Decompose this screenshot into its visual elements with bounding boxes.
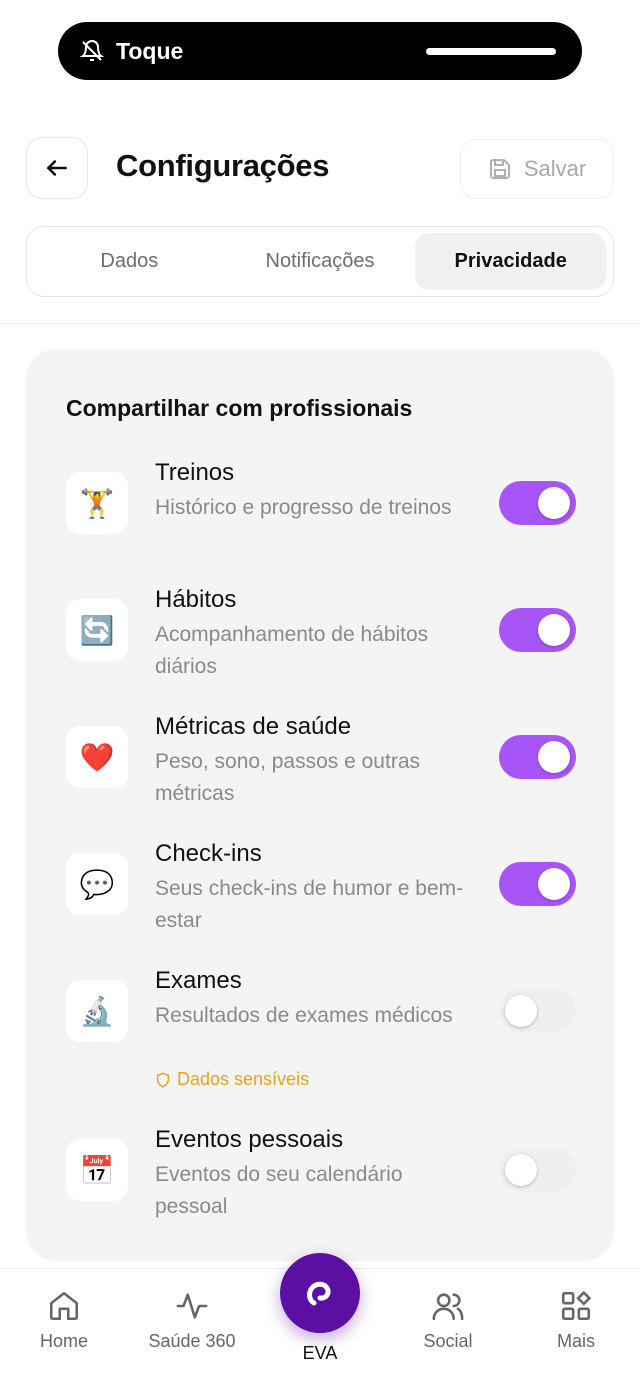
header-divider xyxy=(0,323,640,324)
nav-label: Mais xyxy=(556,1331,595,1351)
item-name: Eventos pessoais xyxy=(155,1126,344,1153)
toggle-exames[interactable] xyxy=(499,989,576,1033)
nav-item-social[interactable]: Social xyxy=(384,1289,512,1352)
heart-icon: ❤️ xyxy=(66,726,128,788)
toggle-metricas[interactable] xyxy=(499,735,576,779)
toggle-knob xyxy=(538,614,570,646)
arrow-left-icon xyxy=(47,160,67,176)
item-name: Métricas de saúde xyxy=(155,713,352,740)
nav-label-eva: EVA xyxy=(302,1343,338,1363)
item-name: Treinos xyxy=(155,459,235,486)
sharing-card: Compartilhar com profissionais 🏋️ Treino… xyxy=(26,349,614,1261)
section-title: Compartilhar com profissionais xyxy=(66,395,413,421)
tab-notificacoes[interactable]: Notificações xyxy=(225,233,416,290)
item-description: Peso, sono, passos e outras métricas xyxy=(155,750,420,805)
toggle-knob xyxy=(538,741,570,773)
bottom-nav: Home Saúde 360 EVA Social Mais xyxy=(0,1253,640,1391)
toggle-eventos[interactable] xyxy=(499,1148,576,1192)
nav-item-home[interactable]: Home xyxy=(0,1289,128,1352)
toggle-treinos[interactable] xyxy=(499,481,576,525)
floppy-disk-icon xyxy=(489,159,510,179)
eva-logo-icon xyxy=(307,1281,331,1306)
users-icon xyxy=(432,1293,464,1321)
activity-icon xyxy=(176,1293,208,1319)
grid-icon xyxy=(561,1290,592,1321)
nav-item-mais[interactable]: Mais xyxy=(512,1289,640,1352)
item-description: Acompanhamento de hábitos diários xyxy=(155,623,429,678)
home-icon xyxy=(49,1291,79,1321)
nav-label: Home xyxy=(39,1331,88,1351)
toggle-knob xyxy=(505,995,537,1027)
bell-muted-icon xyxy=(80,40,104,61)
item-description: Histórico e progresso de treinos xyxy=(155,496,452,519)
toggle-knob xyxy=(538,868,570,900)
microscope-icon: 🔬 xyxy=(66,980,128,1042)
item-description: Resultados de exames médicos xyxy=(155,1004,453,1027)
save-button-label: Salvar xyxy=(523,156,587,181)
item-description: Eventos do seu calendário pessoal xyxy=(155,1163,403,1218)
nav-label: Saúde 360 xyxy=(148,1331,236,1351)
weightlifter-icon: 🏋️ xyxy=(66,472,128,534)
nav-item-saude-360[interactable]: Saúde 360 xyxy=(128,1289,256,1352)
item-description: Seus check-ins de humor e bem-estar xyxy=(155,877,464,932)
toggle-knob xyxy=(538,487,570,519)
item-name: Check-ins xyxy=(155,840,262,867)
speech-bubble-icon: 💬 xyxy=(66,853,128,915)
calendar-icon: 📅 xyxy=(66,1139,128,1201)
toggle-knob xyxy=(505,1154,537,1186)
tab-dados[interactable]: Dados xyxy=(34,233,225,290)
page-title: Configurações xyxy=(116,148,330,183)
shield-icon xyxy=(156,1072,170,1087)
item-name: Hábitos xyxy=(155,586,237,613)
settings-tabs: Dados Notificações Privacidade xyxy=(26,226,614,297)
status-pill: Toque xyxy=(58,22,582,80)
tab-privacidade[interactable]: Privacidade xyxy=(415,233,607,290)
nav-item-eva[interactable] xyxy=(280,1253,360,1333)
status-label: Toque xyxy=(116,37,184,64)
item-name: Exames xyxy=(155,967,242,994)
nav-label: Social xyxy=(423,1331,473,1351)
refresh-icon: 🔄 xyxy=(66,599,128,661)
sensitive-data-label: Dados sensíveis xyxy=(177,1069,310,1089)
status-bar xyxy=(426,48,556,55)
back-button[interactable] xyxy=(26,137,88,199)
sensitive-data-badge: Dados sensíveis xyxy=(155,1069,309,1090)
toggle-habitos[interactable] xyxy=(499,608,576,652)
save-button[interactable]: Salvar xyxy=(460,139,614,199)
toggle-checkins[interactable] xyxy=(499,862,576,906)
